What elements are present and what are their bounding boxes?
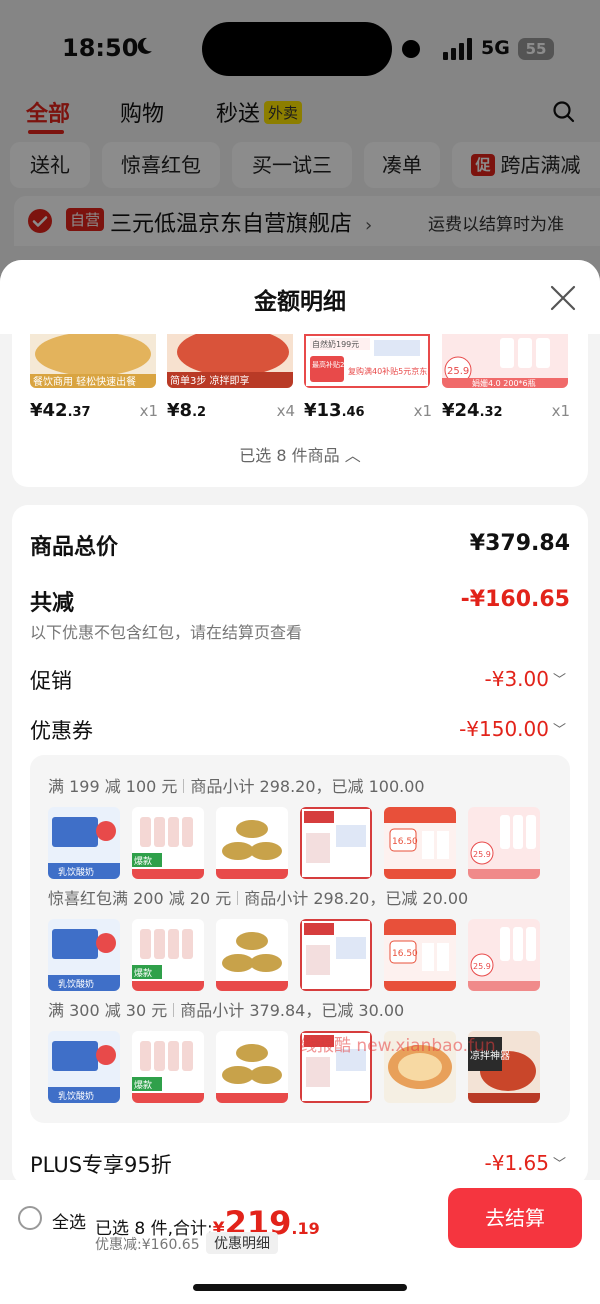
thumb-label: 25.9	[473, 962, 491, 971]
total-reduce-label: 共减	[30, 591, 75, 616]
product-caption: 复购满40补贴5元京东E卡	[348, 366, 430, 376]
product-caption: 餐饮商用 轻松快速出餐	[33, 375, 136, 388]
sheet-title: 金额明细	[254, 289, 346, 315]
thumb-label: 乳饮酸奶	[58, 1090, 94, 1102]
coupon-label: 优惠券	[30, 719, 93, 743]
plus-discount-label: PLUS专享95折	[30, 1153, 172, 1177]
coupon-product-thumb: 爆款	[132, 1031, 204, 1103]
home-indicator[interactable]	[193, 1284, 407, 1291]
goods-total-value: ¥379.84	[469, 531, 570, 556]
product-item[interactable]: 自然奶199元最高补贴240元复购满40补贴5元京东E卡 ¥13.46 x1	[304, 334, 432, 426]
product-list-card: 餐饮商用 轻松快速出餐 ¥42.37 x1 简单3步 凉拌即享 ¥8.2 x4 …	[12, 334, 588, 487]
coupon-breakdown: 满 199 减 100 元商品小计 298.20，已减 100.00 乳饮酸奶爆…	[30, 755, 570, 1123]
coupon-product-thumb: 爆款	[132, 807, 204, 879]
coupon-group-title: 惊喜红包满 200 减 20 元商品小计 298.20，已减 20.00	[48, 889, 469, 908]
chevron-down-icon: ﹀	[552, 723, 566, 738]
product-item[interactable]: 25.9 娟姗4.0 200*6瓶 ¥24.32 x1	[442, 334, 570, 426]
plus-discount-value[interactable]: -¥1.65 ﹀	[485, 1151, 567, 1175]
promotion-value[interactable]: -¥3.00 ﹀	[485, 667, 567, 691]
amount-detail-card: 商品总价 ¥379.84 共减 -¥160.65 以下优惠不包含红包，请在结算页…	[12, 505, 588, 1185]
thumb-label: 乳饮酸奶	[58, 978, 94, 990]
chevron-down-icon: ﹀	[552, 673, 566, 688]
coupon-product-thumb: 乳饮酸奶	[48, 807, 120, 879]
coupon-product-thumb: 爆款	[132, 919, 204, 991]
product-quantity: x1	[139, 402, 158, 420]
selected-count-label: 已选 8 件商品	[239, 446, 340, 465]
coupon-product-thumb	[300, 919, 372, 991]
thumb-label: 爆款	[134, 1079, 152, 1091]
watermark-text: 线报酷 new.xianbao.fun	[300, 1036, 496, 1056]
promotion-label: 促销	[30, 669, 72, 693]
select-all-label[interactable]: 全选	[52, 1208, 86, 1233]
coupon-product-thumb: 16.50	[384, 807, 456, 879]
reduce-note: 以下优惠不包含红包，请在结算页查看	[30, 623, 303, 642]
product-thumbnail: 餐饮商用 轻松快速出餐	[30, 334, 156, 388]
product-thumbnail: 自然奶199元最高补贴240元复购满40补贴5元京东E卡	[304, 334, 430, 388]
coupon-product-thumb: 25.9	[468, 919, 540, 991]
product-thumb-text: 自然奶199元	[312, 339, 359, 349]
product-price: ¥13.46	[304, 400, 365, 421]
amount-detail-sheet: 金额明细 餐饮商用 轻松快速出餐 ¥42.37 x1 简单3步 凉拌即享 ¥8.…	[0, 260, 600, 1304]
total-reduce-value: -¥160.65	[460, 587, 570, 612]
product-thumbnail: 简单3步 凉拌即享	[167, 334, 293, 388]
product-thumbnail: 25.9 娟姗4.0 200*6瓶	[442, 334, 568, 388]
coupon-group-title: 满 199 减 100 元商品小计 298.20，已减 100.00	[48, 777, 425, 796]
product-price: ¥24.32	[442, 400, 503, 421]
coupon-product-thumb: 乳饮酸奶	[48, 1031, 120, 1103]
thumb-label: 25.9	[473, 850, 491, 859]
goods-total-label: 商品总价	[30, 535, 119, 560]
discount-amount: 优惠减:¥160.65	[95, 1237, 200, 1253]
thumb-label: 爆款	[134, 855, 152, 867]
coupon-product-thumb	[300, 807, 372, 879]
product-price: ¥8.2	[167, 400, 207, 421]
close-icon[interactable]	[549, 284, 577, 312]
coupon-value[interactable]: -¥150.00 ﹀	[459, 717, 566, 741]
coupon-product-thumb	[216, 1031, 288, 1103]
coupon-product-thumb: 16.50	[384, 919, 456, 991]
chevron-up-icon: ︿	[344, 446, 361, 465]
thumb-label: 16.50	[392, 837, 418, 847]
checkout-button[interactable]: 去结算	[448, 1188, 582, 1248]
product-quantity: x1	[413, 402, 432, 420]
thumb-label: 乳饮酸奶	[58, 866, 94, 878]
sheet-header: 金额明细	[0, 260, 600, 334]
product-quantity: x4	[276, 402, 295, 420]
discount-detail-button[interactable]: 优惠明细	[206, 1232, 278, 1254]
coupon-product-thumb	[216, 807, 288, 879]
selected-count-toggle[interactable]: 已选 8 件商品 ︿	[12, 442, 588, 466]
thumb-label: 16.50	[392, 949, 418, 959]
checkout-bar: 全选 已选 8 件,合计:¥219.19 优惠减:¥160.65 优惠明细 去结…	[0, 1180, 600, 1304]
product-caption: 娟姗4.0 200*6瓶	[472, 378, 536, 388]
thumb-label: 爆款	[134, 967, 152, 979]
product-thumb-text: 25.9	[447, 366, 469, 377]
product-item[interactable]: 餐饮商用 轻松快速出餐 ¥42.37 x1	[30, 334, 158, 426]
coupon-product-thumb: 乳饮酸奶	[48, 919, 120, 991]
coupon-group-title: 满 300 减 30 元商品小计 379.84，已减 30.00	[48, 1001, 405, 1020]
coupon-product-thumb	[216, 919, 288, 991]
coupon-product-thumb: 25.9	[468, 807, 540, 879]
select-all-checkbox[interactable]	[18, 1206, 42, 1230]
product-price: ¥42.37	[30, 400, 91, 421]
product-caption: 简单3步 凉拌即享	[170, 374, 250, 387]
chevron-down-icon: ﹀	[552, 1157, 566, 1172]
product-quantity: x1	[551, 402, 570, 420]
product-item[interactable]: 简单3步 凉拌即享 ¥8.2 x4	[167, 334, 295, 426]
